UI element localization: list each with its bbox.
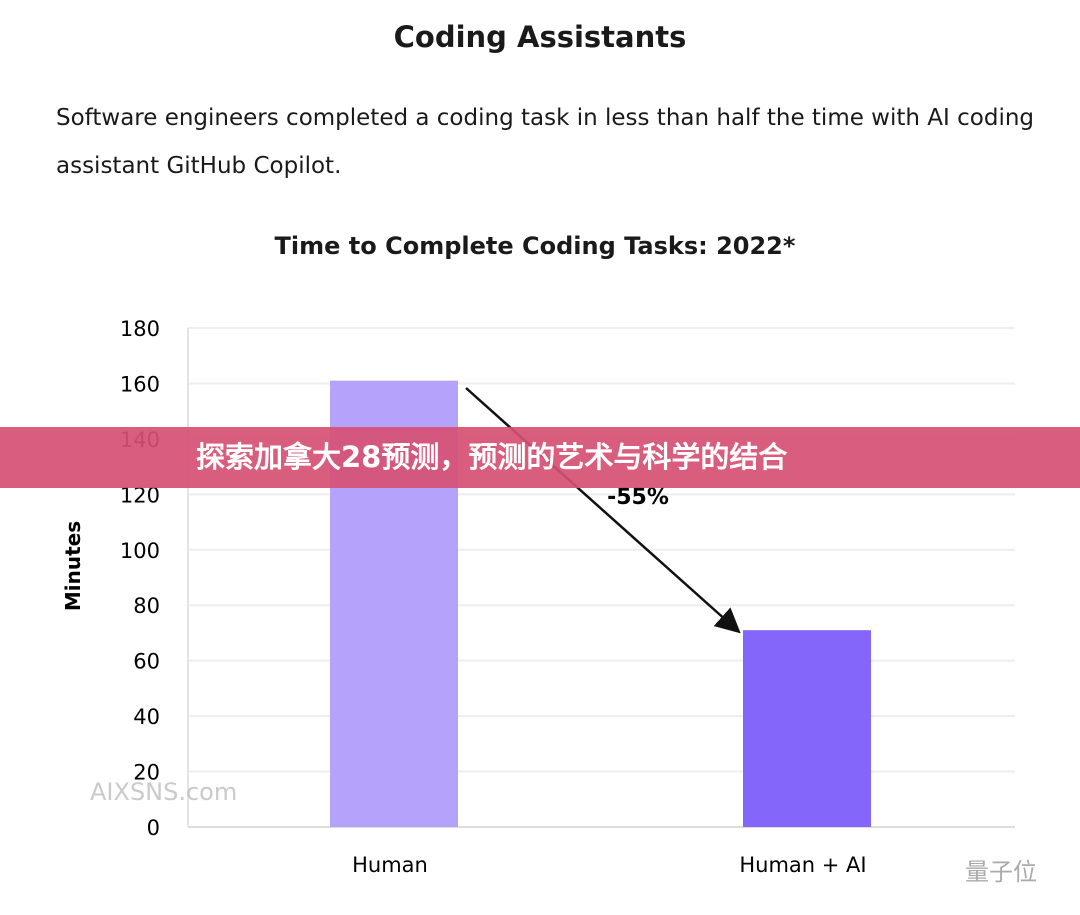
watermark-left: AIXSNS.com <box>90 778 238 806</box>
y-tick-label: 0 <box>147 816 160 840</box>
x-tick-label: Human + AI <box>739 853 866 877</box>
bar-1 <box>743 630 871 827</box>
y-tick-label: 100 <box>120 539 160 563</box>
y-tick-label: 80 <box>133 594 160 618</box>
y-tick-label: 40 <box>133 705 160 729</box>
y-axis-label: Minutes <box>61 521 85 611</box>
change-annotation: -55% <box>607 485 669 510</box>
y-tick-label: 60 <box>133 650 160 674</box>
y-tick-label: 160 <box>120 372 160 396</box>
watermark-right: 量子位 <box>965 858 1037 886</box>
x-tick-label: Human <box>352 853 428 877</box>
y-tick-label: 180 <box>120 317 160 341</box>
change-arrow <box>465 387 741 634</box>
overlay-banner: 探索加拿大28预测，预测的艺术与科学的结合 <box>0 427 1080 488</box>
